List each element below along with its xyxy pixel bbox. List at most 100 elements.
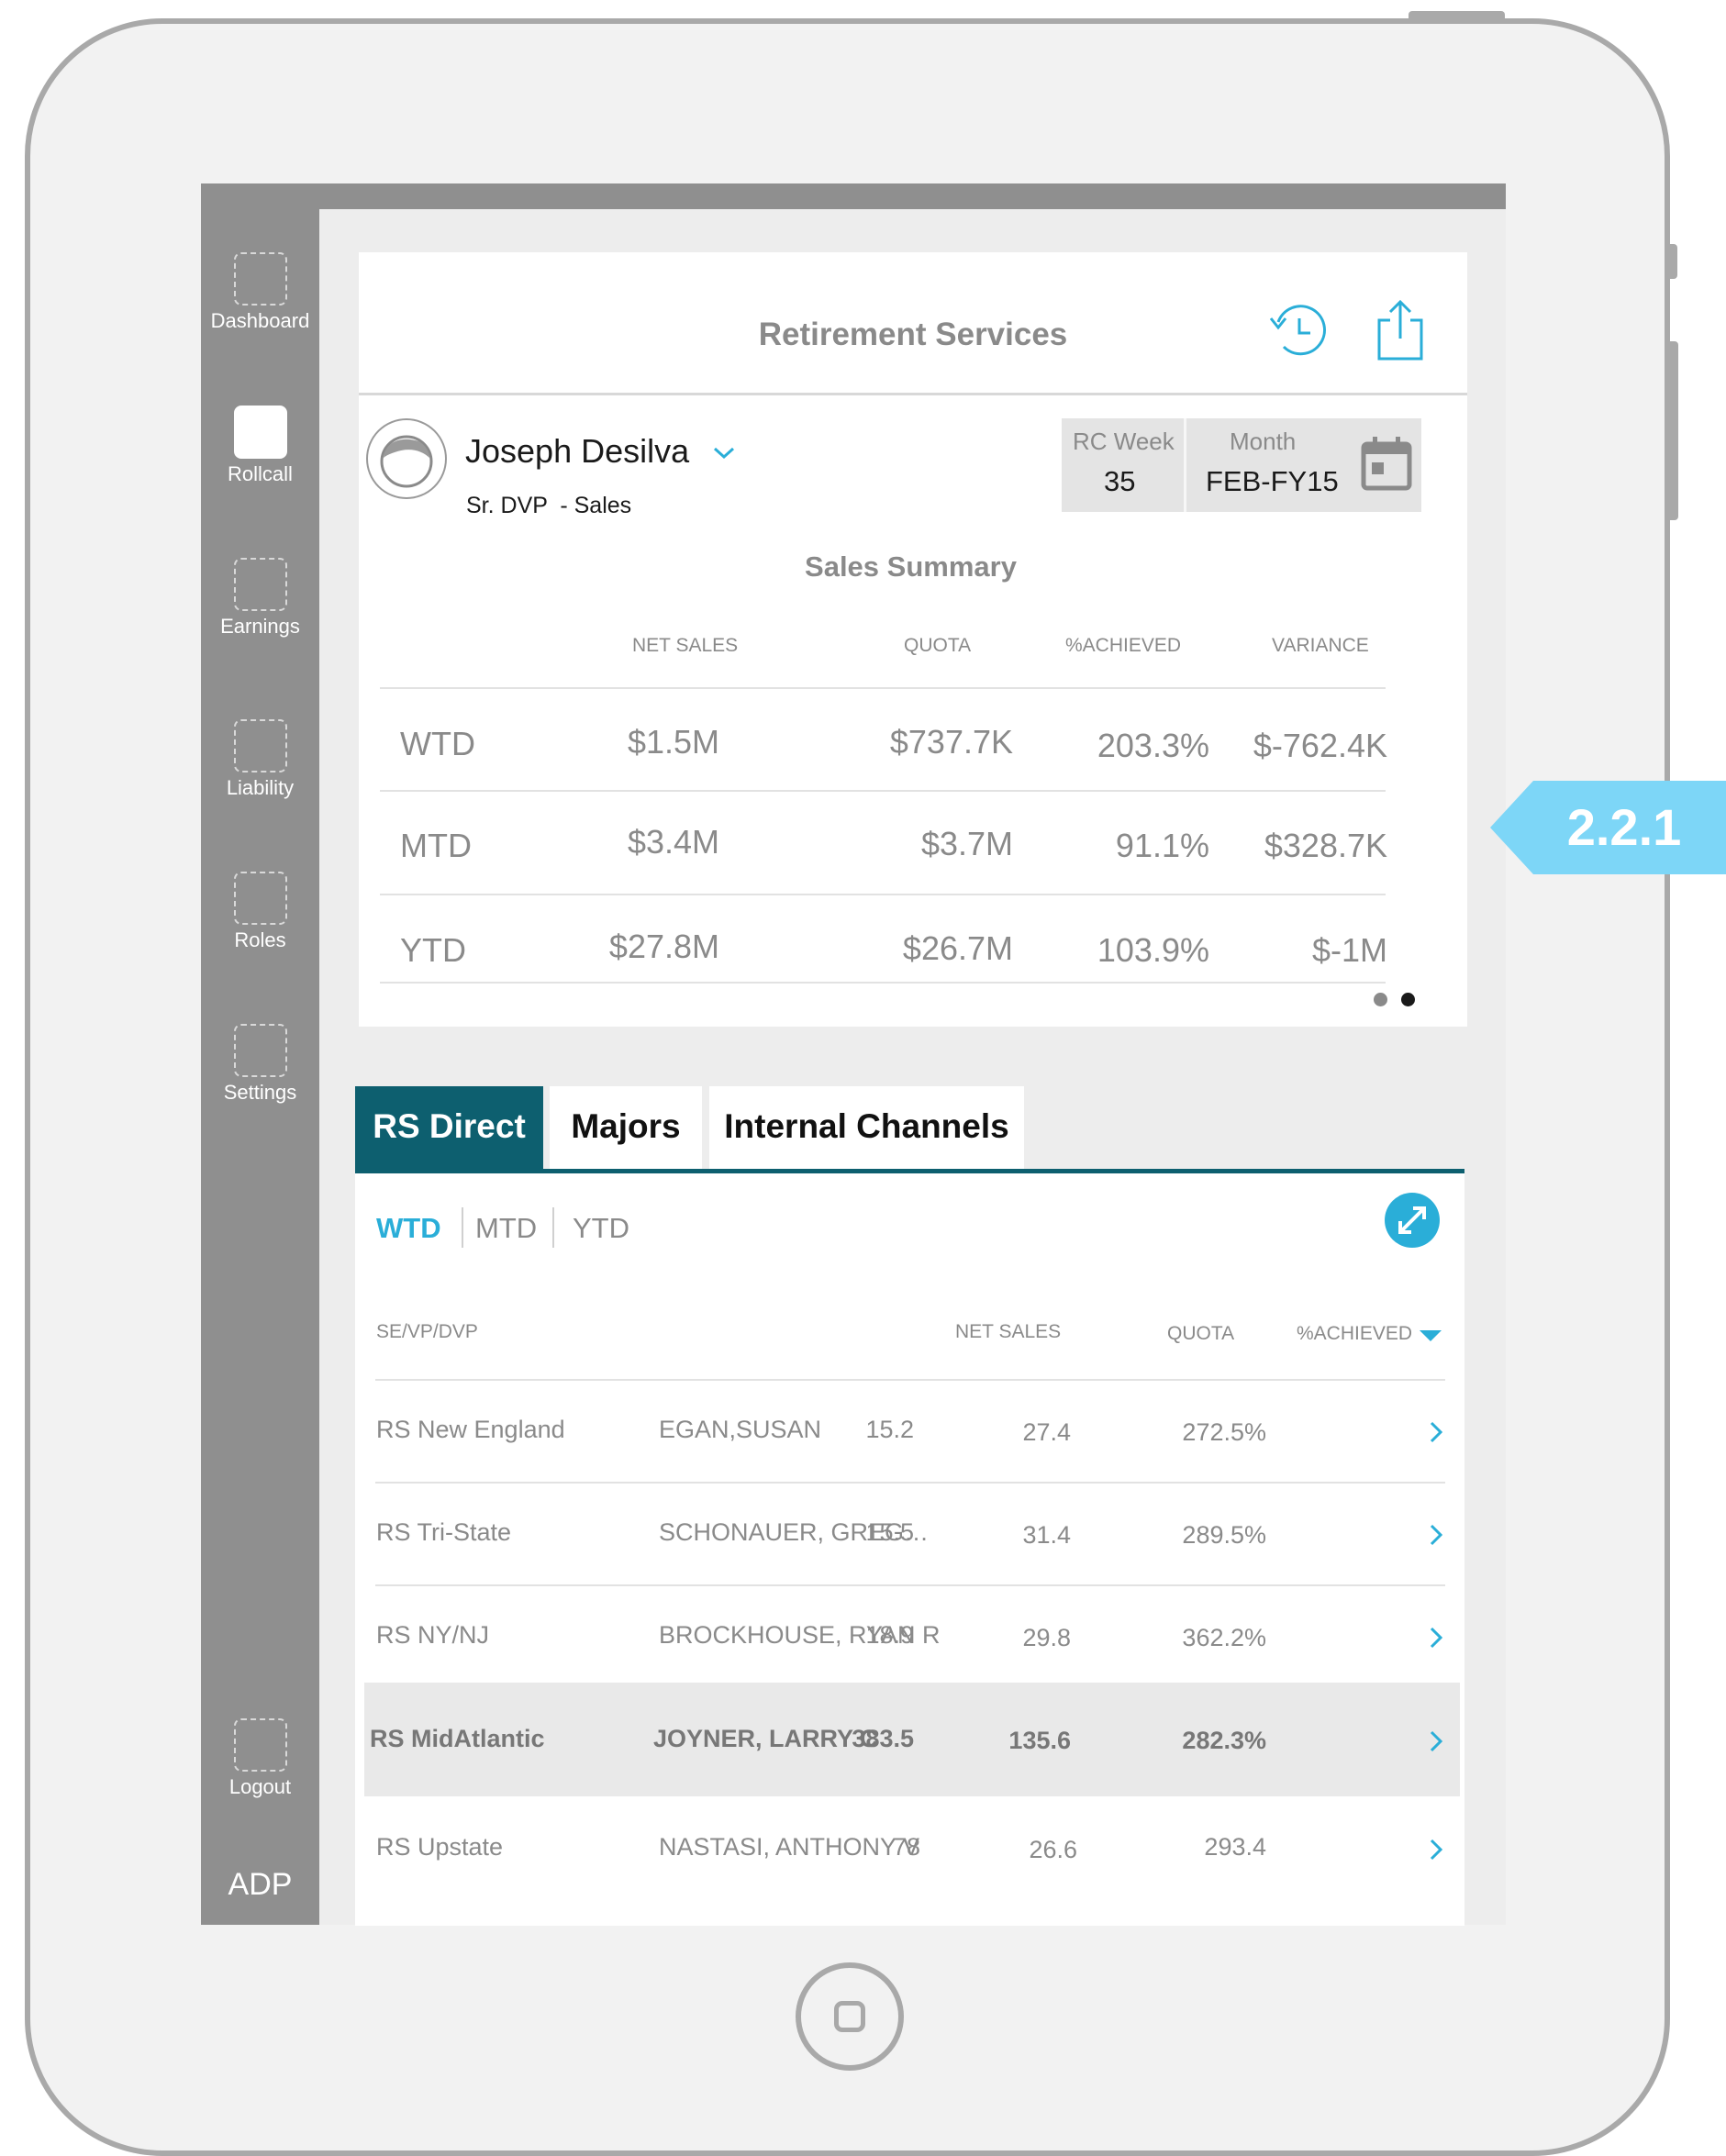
column-header-net-sales[interactable]: NET SALES <box>955 1321 1061 1343</box>
home-button[interactable] <box>796 1962 904 2071</box>
column-header-achieved[interactable]: %ACHIEVED <box>1297 1323 1412 1345</box>
column-header-variance: VARIANCE <box>1272 635 1369 656</box>
sidebar-item-settings[interactable]: Settings <box>201 1024 319 1105</box>
quota-cell: 135.6 <box>1008 1727 1071 1754</box>
sidebar-item-dashboard[interactable]: Dashboard <box>201 252 319 333</box>
net-sales-value: $1.5M <box>627 723 719 761</box>
net-sales-cell: 18.9 <box>865 1621 914 1649</box>
tab-rs-direct[interactable]: RS Direct <box>355 1086 543 1169</box>
annotation-label: 2.2.1 <box>1566 798 1682 856</box>
variance-value: $328.7K <box>1264 827 1387 864</box>
sidebar-item-label: Roles <box>234 928 286 951</box>
divider <box>380 687 1386 689</box>
net-sales-cell: 383.5 <box>852 1725 914 1752</box>
name-cell: NASTASI, ANTHONY V <box>659 1833 920 1861</box>
period-label: MTD <box>400 827 472 864</box>
power-button <box>1409 11 1505 19</box>
logout-icon <box>233 1718 287 1772</box>
tab-internal-channels[interactable]: Internal Channels <box>709 1086 1024 1169</box>
column-header-net-sales: NET SALES <box>632 635 739 656</box>
calendar-icon[interactable] <box>1359 435 1414 494</box>
sidebar-item-liability[interactable]: Liability <box>201 719 319 800</box>
chevron-right-icon[interactable] <box>1427 1837 1445 1862</box>
quota-cell: 26.6 <box>1029 1836 1077 1863</box>
liability-icon <box>233 719 287 772</box>
month-label: Month <box>1230 428 1297 455</box>
chevron-right-icon[interactable] <box>1427 1522 1445 1548</box>
period-wtd[interactable]: WTD <box>376 1212 441 1245</box>
share-icon[interactable] <box>1368 298 1432 362</box>
history-icon[interactable] <box>1263 298 1327 362</box>
sidebar-item-rollcall[interactable]: Rollcall <box>201 406 319 486</box>
pager-dot[interactable] <box>1374 993 1387 1006</box>
period-mtd[interactable]: MTD <box>475 1212 537 1245</box>
regions-table-card: WTD MTD YTD SE/VP/DVP NET SALES QUOTA %A… <box>355 1173 1464 1926</box>
table-row[interactable]: RS Tri-State SCHONAUER, GREG… 15.5 31.4 … <box>364 1484 1460 1584</box>
status-bar <box>201 183 1506 209</box>
sidebar-item-logout[interactable]: Logout <box>201 1718 319 1799</box>
user-name[interactable]: Joseph Desilva <box>465 432 689 471</box>
name-cell: EGAN,SUSAN <box>659 1416 822 1443</box>
avatar[interactable] <box>365 417 448 500</box>
sidebar-item-label: Rollcall <box>228 462 293 485</box>
sidebar-item-label: Earnings <box>220 615 300 638</box>
achieved-value: 91.1% <box>1115 827 1209 864</box>
chevron-right-icon[interactable] <box>1427 1625 1445 1650</box>
table-row[interactable]: RS Upstate NASTASI, ANTHONY V 78 26.6 29… <box>364 1798 1460 1899</box>
column-header-quota[interactable]: QUOTA <box>1167 1323 1234 1345</box>
period-label: WTD <box>400 725 475 762</box>
period-label: YTD <box>400 931 466 969</box>
user-role: Sr. DVP - Sales <box>466 493 632 518</box>
net-sales-value: $3.4M <box>627 823 719 861</box>
divider <box>1184 418 1186 512</box>
achieved-value: 103.9% <box>1097 931 1209 969</box>
divider <box>380 894 1386 895</box>
region-cell: RS NY/NJ <box>376 1621 490 1649</box>
sidebar: Dashboard Rollcall Earnings Liability Ro… <box>201 183 319 1925</box>
quota-value: $737.7K <box>889 723 1013 761</box>
earnings-icon <box>233 558 287 611</box>
dashboard-icon <box>233 252 287 306</box>
sidebar-item-label: Logout <box>228 1775 292 1798</box>
rollcall-icon <box>233 406 287 459</box>
period-ytd[interactable]: YTD <box>573 1212 629 1245</box>
quota-value: $26.7M <box>902 929 1013 967</box>
net-sales-cell: 15.2 <box>865 1416 914 1443</box>
region-cell: RS New England <box>376 1416 565 1443</box>
table-row[interactable]: RS NY/NJ BROCKHOUSE, RYAN R 18.9 29.8 36… <box>364 1586 1460 1687</box>
sidebar-item-earnings[interactable]: Earnings <box>201 558 319 639</box>
achieved-cell: 282.3% <box>1182 1727 1266 1754</box>
achieved-value: 203.3% <box>1097 727 1209 764</box>
quota-cell: 27.4 <box>1022 1418 1071 1446</box>
chevron-down-icon[interactable] <box>710 441 738 463</box>
sidebar-item-roles[interactable]: Roles <box>201 872 319 952</box>
tab-majors[interactable]: Majors <box>550 1086 702 1169</box>
brand-logo: ADP <box>228 1867 293 1902</box>
divider <box>359 393 1467 395</box>
chevron-right-icon[interactable] <box>1427 1728 1445 1754</box>
table-row-selected[interactable]: RS MidAtlantic JOYNER, LARRY C 383.5 135… <box>364 1683 1460 1796</box>
expand-icon[interactable] <box>1384 1192 1441 1249</box>
net-sales-cell: 78 <box>892 1833 920 1861</box>
achieved-cell: 293.4 <box>1204 1833 1266 1861</box>
period-selector[interactable]: RC Week 35 Month FEB-FY15 <box>1062 418 1421 512</box>
column-header-quota: QUOTA <box>904 635 972 656</box>
settings-icon <box>233 1024 287 1077</box>
variance-value: $-1M <box>1311 931 1387 969</box>
divider <box>462 1207 463 1248</box>
divider <box>380 790 1386 792</box>
sidebar-item-label: Liability <box>226 776 295 799</box>
quota-cell: 31.4 <box>1022 1521 1071 1549</box>
name-cell: JOYNER, LARRY C <box>653 1725 878 1752</box>
net-sales-cell: 15.5 <box>865 1518 914 1546</box>
pager-dot-active[interactable] <box>1401 993 1415 1006</box>
sort-desc-icon[interactable] <box>1418 1328 1443 1343</box>
column-header-region[interactable]: SE/VP/DVP <box>376 1321 478 1343</box>
region-cell: RS Upstate <box>376 1833 504 1861</box>
chevron-right-icon[interactable] <box>1427 1419 1445 1445</box>
table-row[interactable]: RS New England EGAN,SUSAN 15.2 27.4 272.… <box>364 1381 1460 1482</box>
variance-value: $-762.4K <box>1253 727 1387 764</box>
quota-cell: 29.8 <box>1022 1624 1071 1651</box>
divider <box>380 982 1386 984</box>
sidebar-item-label: Dashboard <box>210 309 310 332</box>
